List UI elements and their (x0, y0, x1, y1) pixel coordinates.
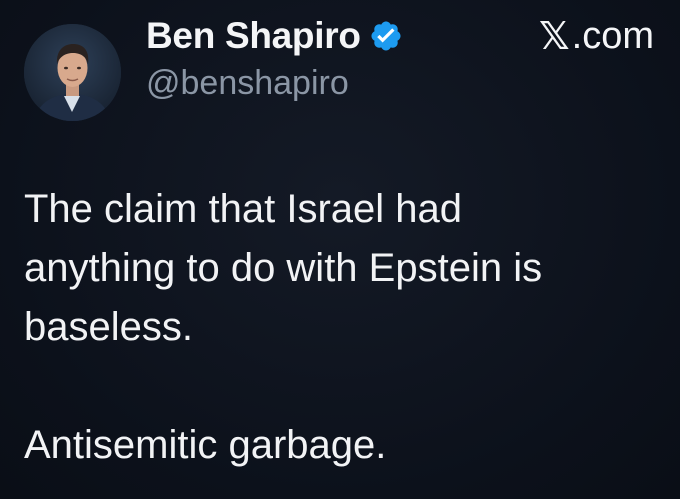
tweet-card: Ben Shapiro @benshapiro 𝕏 .com The claim… (0, 0, 680, 499)
source-label: 𝕏 .com (539, 14, 654, 58)
author-handle[interactable]: @benshapiro (146, 64, 349, 103)
tweet-line: Antisemitic garbage. (24, 423, 387, 467)
profile-photo-icon (24, 24, 121, 121)
tweet-line: anything to do with Epstein is (24, 246, 543, 290)
author-display-name[interactable]: Ben Shapiro (146, 15, 361, 57)
tweet-line: baseless. (24, 305, 193, 349)
x-logo-icon: 𝕏 (539, 14, 570, 58)
author-name-row: Ben Shapiro (146, 14, 403, 58)
verified-badge-icon (369, 19, 403, 53)
avatar[interactable] (24, 24, 121, 121)
tweet-line: The claim that Israel had (24, 187, 462, 231)
tweet-text: The claim that Israel had anything to do… (24, 180, 664, 475)
source-domain: .com (571, 14, 654, 57)
paragraph-break (24, 357, 664, 416)
